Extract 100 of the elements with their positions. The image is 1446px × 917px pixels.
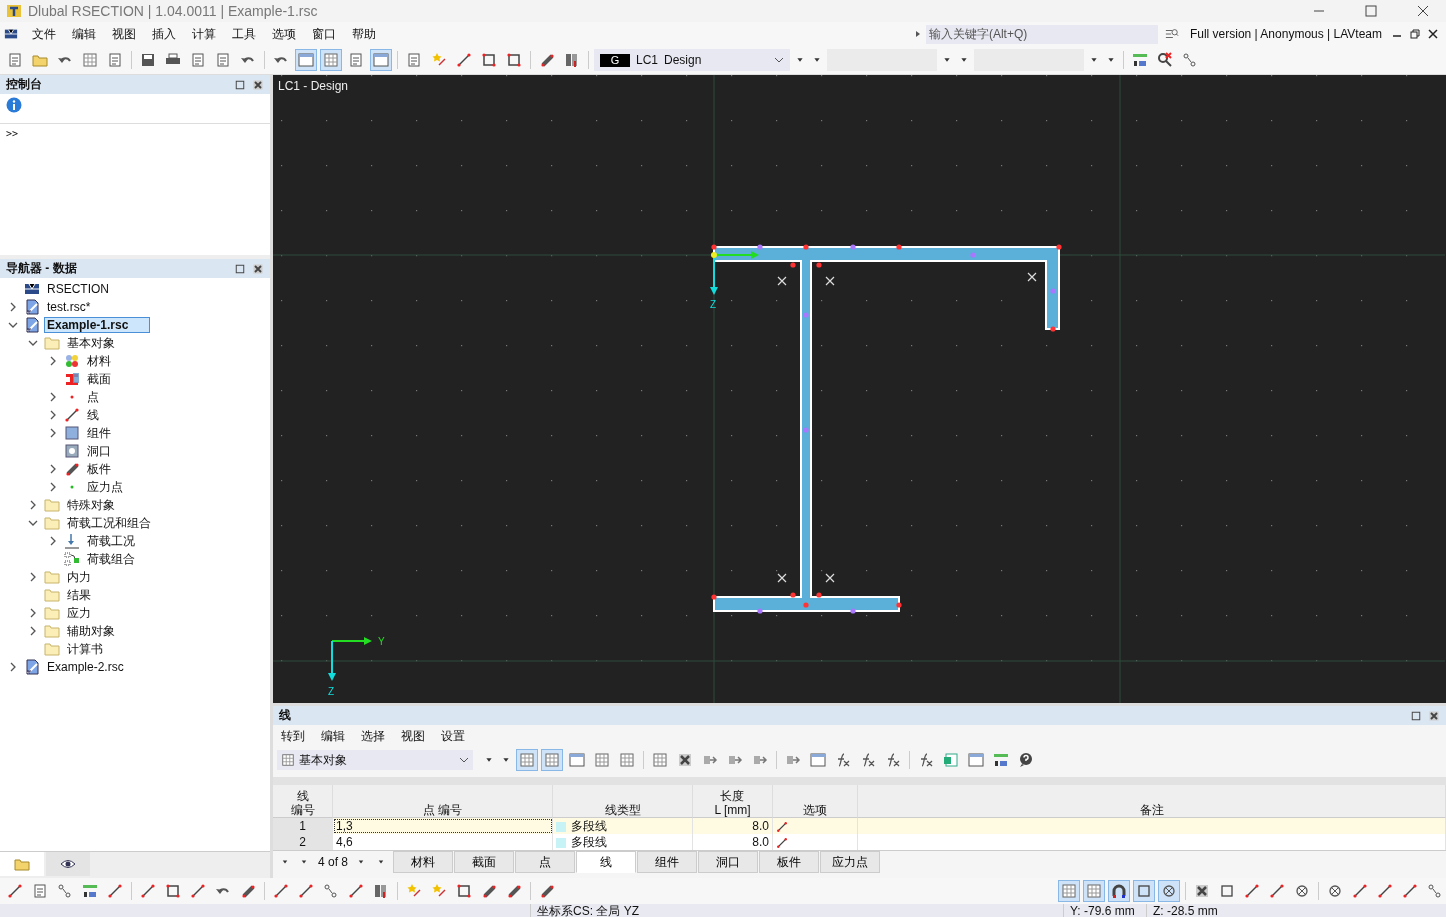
- folder-icon: [44, 641, 60, 657]
- tree-item[interactable]: 辅助对象: [64, 621, 118, 641]
- z-axis-arrow: [328, 640, 336, 681]
- column-header: 点 编号: [333, 785, 553, 818]
- expand-chevron-icon[interactable]: [48, 392, 58, 402]
- y-axis-arrow: [331, 637, 372, 645]
- expand-chevron-icon[interactable]: [48, 482, 58, 492]
- expand-chevron-icon[interactable]: [48, 536, 58, 546]
- menu-item[interactable]: 选项: [264, 25, 304, 43]
- dropdown-caret-icon: [774, 55, 784, 65]
- table-tab[interactable]: 截面: [454, 851, 514, 873]
- table-tab[interactable]: 板件: [759, 851, 819, 873]
- tree-item[interactable]: 洞口: [84, 441, 114, 461]
- collapse-chevron-icon[interactable]: [28, 338, 38, 348]
- table-cell[interactable]: 8.0: [693, 834, 773, 850]
- close-icon[interactable]: [1428, 709, 1440, 722]
- table-cell[interactable]: 多段线: [553, 818, 693, 834]
- tree-item[interactable]: 材料: [84, 351, 114, 371]
- table-cell[interactable]: 4,6: [333, 834, 553, 850]
- expand-chevron-icon[interactable]: [48, 428, 58, 438]
- axis-label: Z: [328, 686, 335, 697]
- menu-item[interactable]: 编辑: [313, 727, 353, 745]
- search-icon[interactable]: [1163, 27, 1180, 41]
- magnet-icon[interactable]: [1108, 880, 1130, 902]
- table-cell[interactable]: 1,3: [333, 818, 553, 834]
- menu-item[interactable]: 选择: [353, 727, 393, 745]
- close-icon[interactable]: [1428, 29, 1438, 39]
- tree-item[interactable]: 组件: [84, 423, 114, 443]
- square-icon[interactable]: [1133, 880, 1155, 902]
- menu-item[interactable]: 窗口: [304, 25, 344, 43]
- expand-chevron-icon[interactable]: [8, 302, 18, 312]
- tree-item[interactable]: RSECTION: [44, 281, 112, 297]
- tree-item[interactable]: 基本对象: [64, 333, 118, 353]
- tree-item[interactable]: 计算书: [64, 639, 106, 659]
- tree-item[interactable]: 点: [84, 387, 102, 407]
- menu-item[interactable]: 编辑: [64, 25, 104, 43]
- tree-item[interactable]: 结果: [64, 585, 94, 605]
- tree-item[interactable]: 应力: [64, 603, 94, 623]
- part-icon: [64, 425, 80, 441]
- line-icon: [776, 836, 788, 849]
- expand-chevron-icon[interactable]: [48, 356, 58, 366]
- tree-item[interactable]: Example-2.rsc: [44, 659, 127, 675]
- table-cell[interactable]: 8.0: [693, 818, 773, 834]
- table-cell[interactable]: 多段线: [553, 834, 693, 850]
- collapse-chevron-icon[interactable]: [28, 518, 38, 528]
- menu-item[interactable]: 视图: [104, 25, 144, 43]
- tree-item[interactable]: 截面: [84, 369, 114, 389]
- expand-chevron-icon[interactable]: [8, 662, 18, 672]
- table-tab[interactable]: 材料: [393, 851, 453, 873]
- view-tab[interactable]: [46, 852, 90, 876]
- tree-item[interactable]: test.rsc*: [44, 299, 94, 315]
- table-cell[interactable]: [773, 818, 858, 834]
- menu-item[interactable]: 帮助: [344, 25, 384, 43]
- table-cell[interactable]: [858, 818, 1446, 834]
- close-icon[interactable]: [1417, 5, 1429, 17]
- expand-chevron-icon[interactable]: [48, 464, 58, 474]
- menu-item[interactable]: 工具: [224, 25, 264, 43]
- maximize-icon[interactable]: [1365, 5, 1377, 17]
- column-header: 长度 L [mm]: [693, 785, 773, 818]
- collapse-chevron-icon[interactable]: [8, 320, 18, 330]
- axis-label: Z: [710, 299, 717, 310]
- console-icon[interactable]: [370, 49, 392, 71]
- console-prompt: >>: [5, 127, 20, 141]
- tree-item[interactable]: 特殊对象: [64, 495, 118, 515]
- search-field[interactable]: 输入关键字(Alt+Q): [925, 24, 1158, 44]
- tree-item[interactable]: 线: [84, 405, 102, 425]
- load-case-dropdown[interactable]: G LC1 Design: [594, 49, 790, 71]
- menu-item[interactable]: 插入: [144, 25, 184, 43]
- menu-item[interactable]: 转到: [273, 727, 313, 745]
- table-tab[interactable]: 组件: [637, 851, 697, 873]
- tree-item[interactable]: 内力: [64, 567, 94, 587]
- tree-item[interactable]: 荷载工况: [84, 531, 138, 551]
- menu-item[interactable]: 计算: [184, 25, 224, 43]
- tree-item[interactable]: 荷载组合: [84, 549, 138, 569]
- table-tab[interactable]: 应力点: [820, 851, 880, 873]
- menu-item[interactable]: 设置: [433, 727, 473, 745]
- window-title: Dlubal RSECTION | 1.04.0011 | Example-1.rsc: [28, 3, 319, 19]
- viewport-label: LC1 - Design: [278, 79, 349, 93]
- tree-item[interactable]: Example-1.rsc: [44, 317, 150, 333]
- table-tab[interactable]: 线: [576, 851, 636, 873]
- menu-item[interactable]: 视图: [393, 727, 433, 745]
- restore-icon[interactable]: [1410, 29, 1420, 39]
- tree-item[interactable]: 荷载工况和组合: [64, 513, 154, 533]
- expand-chevron-icon[interactable]: [28, 626, 38, 636]
- table-tab[interactable]: 点: [515, 851, 575, 873]
- menu-item[interactable]: 文件: [24, 25, 64, 43]
- expand-chevron-icon[interactable]: [28, 500, 38, 510]
- app-menu-icon[interactable]: [2, 27, 20, 41]
- close-icon[interactable]: [252, 78, 264, 91]
- expand-chevron-icon[interactable]: [48, 410, 58, 420]
- circle-cross-icon[interactable]: [1158, 880, 1180, 902]
- page-indicator: 4 of 8: [317, 855, 348, 869]
- expand-chevron-icon[interactable]: [28, 572, 38, 582]
- filter-dropdown[interactable]: 基本对象: [277, 750, 473, 770]
- tree-item[interactable]: 应力点: [84, 477, 126, 497]
- load-arrow-icon: [64, 533, 80, 549]
- table-tab[interactable]: 洞口: [698, 851, 758, 873]
- close-icon[interactable]: [252, 262, 264, 275]
- expand-chevron-icon[interactable]: [28, 608, 38, 618]
- tree-item[interactable]: 板件: [84, 459, 114, 479]
